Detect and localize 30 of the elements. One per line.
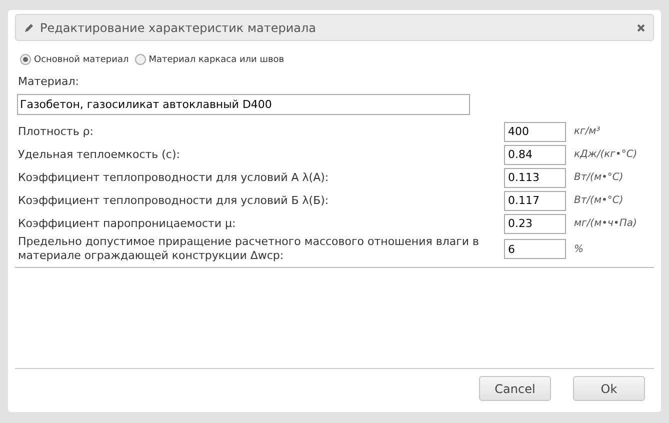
pencil-icon (24, 22, 34, 32)
property-label: Предельно допустимое приращение расчетного массового отношения влаги в материале ограждающей конструкции Δwср: (18, 235, 480, 263)
property-label: Коэффициент теплопроводности для условий А λ(А): (18, 170, 330, 184)
unit-label: Вт/(м•°C) (574, 171, 624, 184)
unit-label: Вт/(м•°C) (574, 194, 624, 207)
radio-button[interactable] (134, 54, 146, 66)
material-input[interactable]: Газобетон, газосиликат автоклавный D400 (17, 94, 470, 115)
radio-label: Основной материал (34, 54, 129, 67)
property-label: Плотность ρ: (18, 124, 94, 138)
radio-button[interactable] (20, 54, 31, 66)
property-label: Коэффициент паропроницаемости μ: (18, 216, 237, 230)
dialog-button[interactable]: Ok (573, 376, 645, 401)
unit-label: кг/м³ (574, 125, 602, 138)
property-label: Удельная теплоемкость (c): (18, 148, 181, 162)
field-label: Материал: (18, 74, 80, 90)
property-input[interactable]: 0.84 (504, 144, 566, 164)
close-icon (637, 24, 645, 32)
window-title: Редактирование характеристик материала (40, 20, 318, 36)
dialog-button[interactable]: Cancel (479, 376, 551, 401)
radio-label: Материал каркаса или швов (148, 54, 284, 67)
property-input[interactable]: 0.117 (504, 190, 566, 210)
unit-label: % (574, 242, 585, 256)
unit-label: кДж/(кг•°C) (574, 148, 638, 161)
unit-label: мг/(м•ч•Па) (574, 217, 638, 230)
property-input[interactable]: 0.113 (504, 168, 566, 188)
property-input[interactable]: 400 (504, 122, 566, 142)
property-input[interactable]: 0.23 (504, 214, 566, 234)
close-button[interactable] (637, 24, 645, 32)
property-label: Коэффициент теплопроводности для условий Б λ(Б): (18, 194, 330, 208)
property-input[interactable]: 6 (504, 239, 566, 259)
